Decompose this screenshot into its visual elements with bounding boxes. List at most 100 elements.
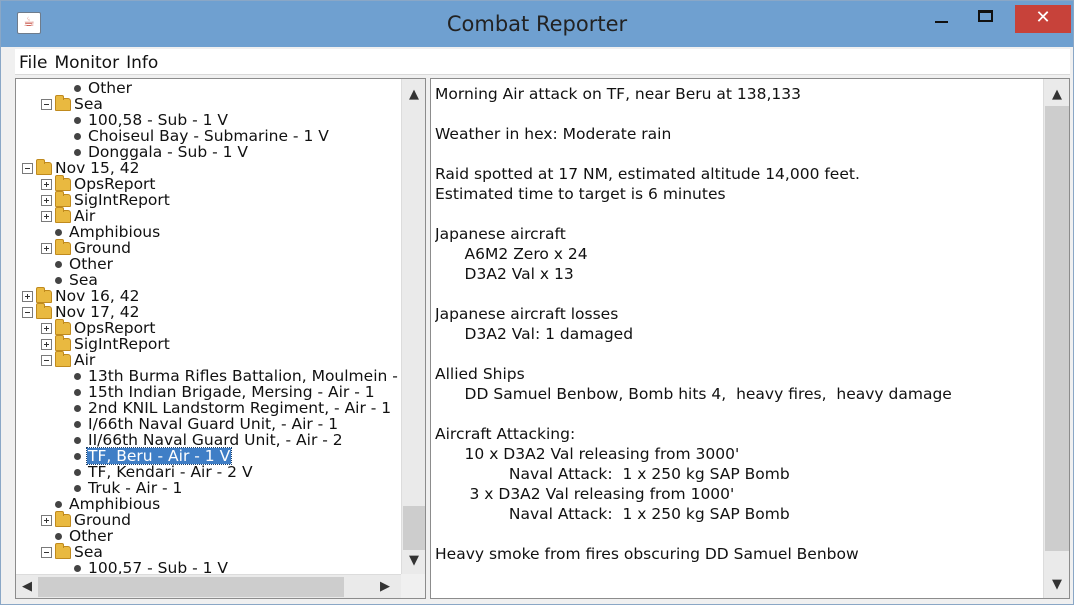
- collapse-icon[interactable]: [22, 163, 33, 174]
- scroll-down-icon[interactable]: ▼: [403, 551, 425, 571]
- expand-icon[interactable]: [41, 515, 52, 526]
- tree-node-label: Other: [88, 79, 133, 97]
- tree-node-label: OpsReport: [74, 319, 156, 337]
- tree-node[interactable]: Air: [41, 351, 96, 368]
- tree-node[interactable]: Sea: [41, 272, 99, 288]
- leaf-bullet-icon: [74, 565, 81, 572]
- expand-icon[interactable]: [41, 179, 52, 190]
- tree-node-label: 13th Burma Rifles Battalion, Moulmein - …: [88, 367, 402, 385]
- tree-node[interactable]: TF, Beru - Air - 1 V: [60, 447, 233, 465]
- leaf-bullet-icon: [55, 501, 62, 508]
- tree-vertical-scroll-thumb[interactable]: [403, 506, 425, 550]
- expand-icon[interactable]: [41, 243, 52, 254]
- tree-node[interactable]: Nov 17, 42: [22, 303, 140, 320]
- menu-monitor[interactable]: Monitor: [50, 49, 122, 73]
- leaf-bullet-icon: [74, 149, 81, 156]
- leaf-bullet-icon: [55, 229, 62, 236]
- tree-node-label: OpsReport: [74, 175, 156, 193]
- report-line: Japanese aircraft: [435, 225, 566, 243]
- tree-node[interactable]: Other: [60, 80, 133, 96]
- tree-node[interactable]: Other: [41, 528, 114, 544]
- scroll-up-icon[interactable]: ▲: [403, 85, 425, 105]
- minimize-button[interactable]: [919, 1, 963, 37]
- collapse-icon[interactable]: [41, 547, 52, 558]
- scroll-down-icon[interactable]: ▼: [1046, 575, 1068, 595]
- tree-node[interactable]: Air: [41, 207, 96, 224]
- tree-node[interactable]: 100,57 - Sub - 1 V: [60, 560, 229, 574]
- tree-node[interactable]: SigIntReport: [41, 335, 171, 353]
- tree-node[interactable]: TF, Kendari - Air - 2 V: [60, 464, 254, 480]
- close-icon: ✕: [1035, 7, 1051, 28]
- tree-node[interactable]: II/66th Naval Guard Unit, - Air - 2: [60, 432, 344, 448]
- tree-node[interactable]: 13th Burma Rifles Battalion, Moulmein - …: [60, 368, 402, 384]
- report-line: [435, 344, 1040, 364]
- report-line: DD Samuel Benbow, Bomb hits 4, heavy fir…: [435, 385, 952, 403]
- tree-node-label: Truk - Air - 1: [88, 479, 183, 497]
- tree-node[interactable]: 100,58 - Sub - 1 V: [60, 112, 229, 128]
- collapse-icon[interactable]: [41, 355, 52, 366]
- tree-node[interactable]: Sea: [41, 95, 104, 112]
- tree-horizontal-scrollbar[interactable]: ◀ ▶: [16, 574, 402, 598]
- tree-node[interactable]: OpsReport: [41, 175, 157, 193]
- tree-node[interactable]: I/66th Naval Guard Unit, - Air - 1: [60, 416, 339, 432]
- leaf-bullet-icon: [74, 85, 81, 92]
- minimize-icon: [934, 21, 948, 23]
- leaf-bullet-icon: [74, 437, 81, 444]
- tree-node[interactable]: Ground: [41, 511, 132, 528]
- folder-icon: [55, 191, 71, 207]
- tree-node[interactable]: Amphibious: [41, 224, 161, 240]
- collapse-icon[interactable]: [22, 307, 33, 318]
- tree-node[interactable]: Truk - Air - 1: [60, 480, 183, 496]
- tree-node-label: Other: [69, 527, 114, 545]
- menu-file[interactable]: File: [15, 49, 50, 73]
- leaf-bullet-icon: [74, 421, 81, 428]
- tree-node-label: TF, Kendari - Air - 2 V: [88, 463, 253, 481]
- tree-node[interactable]: Choiseul Bay - Submarine - 1 V: [60, 128, 330, 144]
- expand-icon[interactable]: [41, 323, 52, 334]
- tree-node[interactable]: 2nd KNIL Landstorm Regiment, - Air - 1: [60, 400, 392, 416]
- report-line: [435, 284, 1040, 304]
- tree-node[interactable]: Donggala - Sub - 1 V: [60, 144, 249, 160]
- expand-icon[interactable]: [41, 211, 52, 222]
- report-line: [435, 204, 1040, 224]
- tree-node[interactable]: Nov 16, 42: [22, 287, 140, 305]
- tree-node[interactable]: OpsReport: [41, 319, 157, 337]
- tree-node[interactable]: SigIntReport: [41, 191, 171, 208]
- tree-node-label: SigIntReport: [74, 335, 170, 353]
- tree-node[interactable]: Nov 15, 42: [22, 159, 140, 176]
- close-button[interactable]: ✕: [1015, 5, 1071, 33]
- report-line: Estimated time to target is 6 minutes: [435, 185, 726, 203]
- folder-icon: [55, 239, 71, 255]
- menu-info[interactable]: Info: [122, 49, 161, 73]
- tree-node[interactable]: 15th Indian Brigade, Mersing - Air - 1: [60, 384, 376, 400]
- expand-icon[interactable]: [41, 195, 52, 206]
- scroll-corner: [401, 574, 425, 598]
- tree-node-label: Nov 16, 42: [55, 287, 140, 305]
- tree-node-label: 100,58 - Sub - 1 V: [88, 111, 229, 129]
- report-line: D3A2 Val x 13: [435, 265, 574, 283]
- report-line: Weather in hex: Moderate rain: [435, 125, 672, 143]
- tree-node[interactable]: Amphibious: [41, 496, 161, 512]
- scroll-up-icon[interactable]: ▲: [1046, 85, 1068, 105]
- tree-node[interactable]: Ground: [41, 239, 132, 256]
- report-vertical-scrollbar[interactable]: ▲ ▼: [1043, 79, 1069, 598]
- scroll-left-icon[interactable]: ◀: [16, 577, 38, 597]
- leaf-bullet-icon: [55, 533, 62, 540]
- tree-vertical-scrollbar[interactable]: ▲ ▼: [401, 79, 425, 574]
- report-text-area[interactable]: Morning Air attack on TF, near Beru at 1…: [435, 84, 1040, 594]
- collapse-icon[interactable]: [41, 99, 52, 110]
- folder-icon: [55, 319, 71, 335]
- leaf-bullet-icon: [74, 405, 81, 412]
- scroll-right-icon[interactable]: ▶: [374, 577, 396, 597]
- maximize-button[interactable]: [963, 1, 1007, 37]
- tree-horizontal-scroll-thumb[interactable]: [38, 577, 344, 597]
- report-vertical-scroll-thumb[interactable]: [1045, 106, 1069, 551]
- title-bar[interactable]: ☕ Combat Reporter ✕: [1, 1, 1073, 47]
- tree-node[interactable]: Sea: [41, 543, 104, 560]
- expand-icon[interactable]: [22, 291, 33, 302]
- tree-node[interactable]: Other: [41, 256, 114, 272]
- report-line: Allied Ships: [435, 365, 525, 383]
- expand-icon[interactable]: [41, 339, 52, 350]
- folder-icon: [36, 287, 52, 303]
- leaf-bullet-icon: [74, 453, 81, 460]
